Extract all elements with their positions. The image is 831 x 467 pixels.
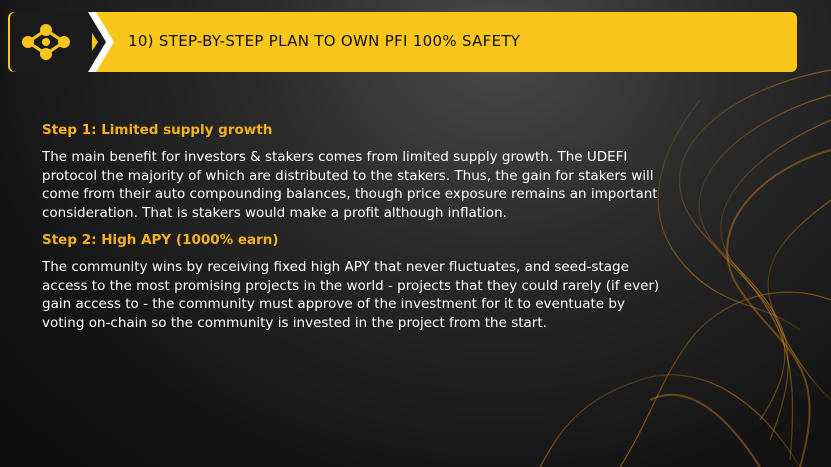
step-1-body: The main benefit for investors & stakers… [42,149,658,221]
page-title: 10) STEP-BY-STEP PLAN TO OWN PFI 100% SA… [128,32,521,50]
chevron-right-icon [78,12,114,72]
content: Step 1: Limited supply growth The main b… [42,122,662,342]
molecule-logo-icon [22,24,70,60]
step-1-heading: Step 1: Limited supply growth [42,122,273,138]
step-2-heading: Step 2: High APY (1000% earn) [42,232,279,248]
step-2-body: The community wins by receiving fixed hi… [42,259,660,331]
